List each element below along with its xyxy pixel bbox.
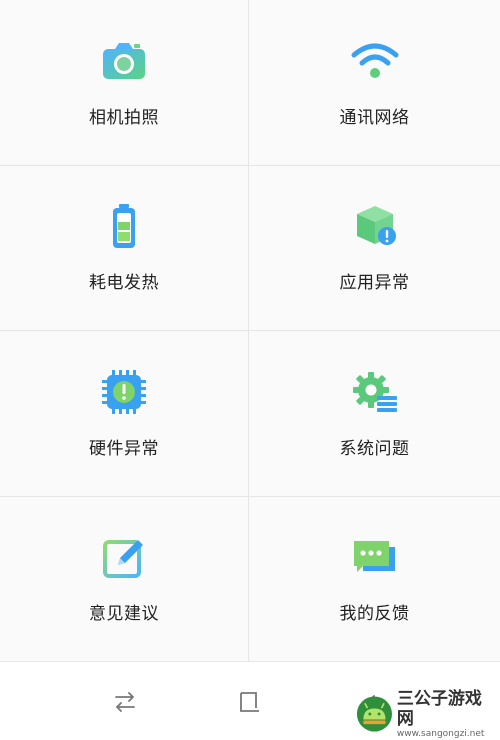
watermark-url: www.sangongzi.net bbox=[396, 728, 485, 739]
home-square-icon[interactable] bbox=[236, 688, 264, 716]
chip-alert-icon bbox=[102, 369, 146, 414]
category-label: 系统问题 bbox=[339, 438, 410, 459]
category-system-issue[interactable]: 系统问题 bbox=[249, 331, 500, 497]
site-watermark: 三公子游戏网 www.sangongzi.net bbox=[356, 689, 496, 739]
switch-arrows-icon[interactable] bbox=[111, 688, 139, 716]
wifi-icon bbox=[351, 43, 398, 78]
category-my-feedback[interactable]: 我的反馈 bbox=[249, 497, 500, 662]
category-label: 硬件异常 bbox=[89, 438, 159, 459]
category-hardware-exception[interactable]: 硬件异常 bbox=[0, 331, 249, 497]
edit-note-icon bbox=[103, 540, 143, 579]
category-network[interactable]: 通讯网络 bbox=[249, 0, 500, 166]
chat-bubble-icon bbox=[353, 541, 395, 573]
category-label: 耗电发热 bbox=[89, 273, 159, 294]
battery-icon bbox=[113, 204, 135, 249]
category-label: 相机拍照 bbox=[89, 107, 159, 128]
android-logo-icon bbox=[356, 696, 392, 732]
app-box-alert-icon bbox=[356, 206, 396, 246]
category-label: 意见建议 bbox=[89, 604, 159, 625]
feedback-category-grid: 相机拍照 通讯网络 耗电发热 应用异常 硬件异常 系统问题 意见建议 我的反馈 bbox=[0, 0, 500, 662]
camera-icon bbox=[103, 42, 145, 79]
system-navigation-bar: 三公子游戏网 www.sangongzi.net bbox=[0, 662, 500, 739]
category-suggestion[interactable]: 意见建议 bbox=[0, 496, 249, 662]
category-app-exception[interactable]: 应用异常 bbox=[249, 166, 500, 331]
category-battery[interactable]: 耗电发热 bbox=[0, 165, 249, 331]
category-label: 我的反馈 bbox=[339, 604, 410, 625]
gear-list-icon bbox=[352, 371, 397, 412]
category-label: 通讯网络 bbox=[339, 107, 410, 128]
category-camera[interactable]: 相机拍照 bbox=[0, 0, 249, 166]
category-label: 应用异常 bbox=[339, 273, 410, 294]
watermark-title: 三公子游戏网 bbox=[396, 688, 482, 729]
